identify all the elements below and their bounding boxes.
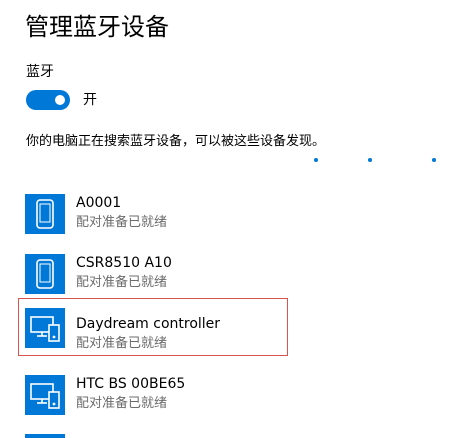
device-status: 配对准备已就绪 xyxy=(76,396,168,411)
page-title: 管理蓝牙设备 xyxy=(25,13,169,41)
device-name: Daydream controller xyxy=(76,316,221,332)
phone-icon xyxy=(25,254,65,294)
toggle-knob xyxy=(55,95,65,105)
device-item-htc-bs[interactable]: HTC BS 00BE65 配对准备已就绪 xyxy=(18,367,288,425)
computer-icon xyxy=(25,308,65,348)
discovery-status-text: 你的电脑正在搜索蓝牙设备，可以被这些设备发现。 xyxy=(26,134,326,149)
device-icon-partial xyxy=(25,434,65,438)
device-name: A0001 xyxy=(76,195,122,211)
device-item-a0001[interactable]: A0001 配对准备已就绪 xyxy=(18,186,288,244)
bluetooth-label: 蓝牙 xyxy=(26,64,54,80)
device-item-csr8510[interactable]: CSR8510 A10 配对准备已就绪 xyxy=(18,246,288,304)
device-name: HTC BS 00BE65 xyxy=(76,376,186,392)
device-item-daydream-controller[interactable]: Daydream controller 配对准备已就绪 xyxy=(18,298,288,356)
device-status: 配对准备已就绪 xyxy=(76,275,168,290)
phone-icon xyxy=(25,194,65,234)
bluetooth-toggle-state: 开 xyxy=(83,92,97,108)
device-status: 配对准备已就绪 xyxy=(76,215,168,230)
progress-dot xyxy=(432,158,436,162)
bluetooth-toggle[interactable] xyxy=(26,90,70,110)
device-name: CSR8510 A10 xyxy=(76,255,172,271)
progress-dot xyxy=(368,158,372,162)
computer-icon xyxy=(25,375,65,415)
device-status: 配对准备已就绪 xyxy=(76,336,168,351)
progress-dot xyxy=(314,158,318,162)
